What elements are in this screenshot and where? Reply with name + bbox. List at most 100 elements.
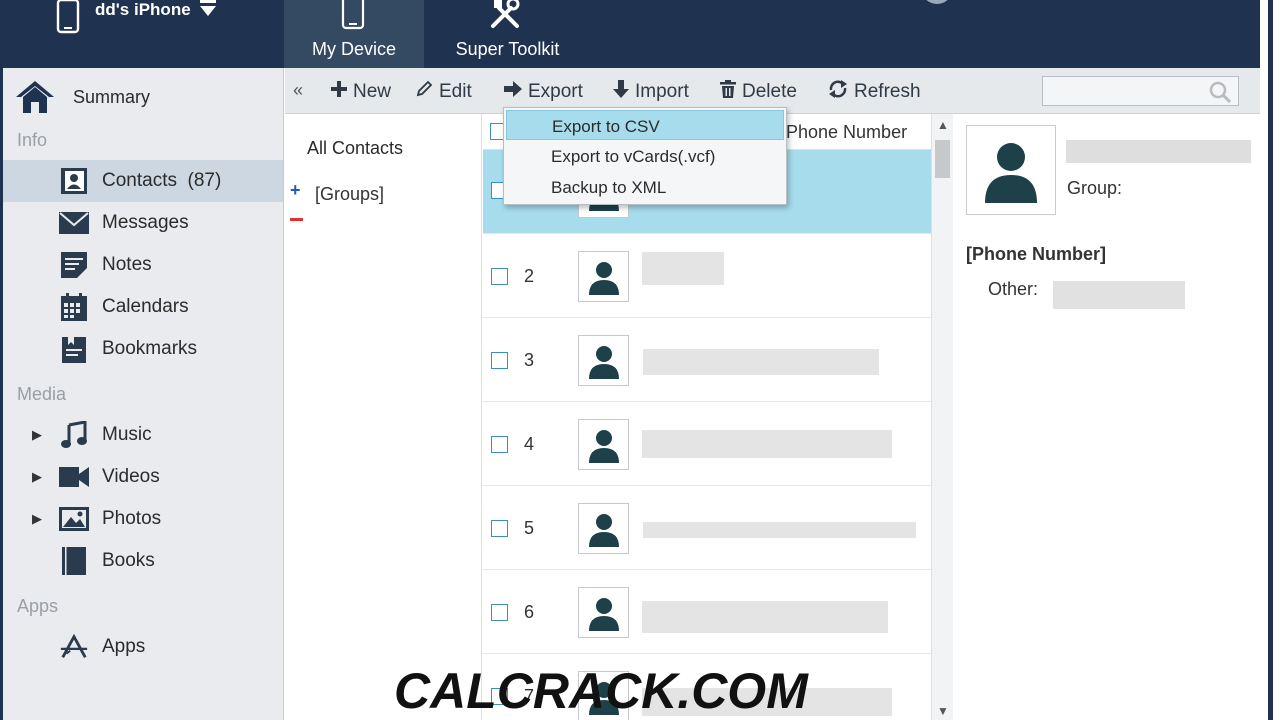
collapse-sidebar-icon[interactable]: «	[293, 80, 303, 101]
sidebar-item-label: Contacts (87)	[102, 170, 222, 191]
edit-button[interactable]: Edit	[415, 80, 472, 104]
contact-avatar-icon	[578, 335, 629, 386]
expand-arrow-icon[interactable]: ▶	[32, 511, 42, 527]
new-label: New	[353, 81, 392, 102]
menu-item-export-csv[interactable]: Export to CSV	[506, 110, 784, 140]
row-number: 2	[524, 266, 535, 286]
plus-icon	[331, 81, 347, 103]
list-scrollbar[interactable]: ▲ ▼	[931, 114, 953, 720]
tab-super-toolkit[interactable]: Super Toolkit	[440, 0, 575, 68]
delete-button[interactable]: Delete	[720, 80, 797, 104]
scroll-down-icon[interactable]: ▼	[937, 704, 949, 718]
apps-icon	[59, 632, 89, 662]
section-heading-info: Info	[17, 130, 48, 150]
calendar-icon	[59, 292, 89, 322]
contact-avatar-icon	[578, 251, 629, 302]
sidebar-item-photos[interactable]: ▶ Photos	[3, 498, 283, 540]
sidebar-item-videos[interactable]: ▶ Videos	[3, 456, 283, 498]
row-number: 6	[524, 602, 535, 622]
contact-avatar-icon	[578, 587, 629, 638]
row-checkbox[interactable]	[491, 268, 508, 285]
sidebar-item-label: Music	[102, 424, 152, 445]
row-number: 3	[524, 350, 535, 370]
device-selector[interactable]: dd's iPhone	[55, 0, 217, 34]
arrow-right-icon	[504, 81, 522, 103]
export-dropdown-menu: Export to CSV Export to vCards(.vcf) Bac…	[503, 107, 787, 205]
sidebar-item-contacts[interactable]: Contacts (87)	[3, 160, 283, 202]
sidebar-item-label: Messages	[102, 212, 189, 233]
sidebar-item-summary[interactable]: Summary	[3, 76, 283, 118]
contact-avatar-icon	[578, 419, 629, 470]
redacted-name	[643, 522, 916, 538]
import-button[interactable]: Import	[613, 80, 689, 104]
pencil-icon	[415, 80, 433, 104]
group-panel: All Contacts + [Groups]	[285, 114, 482, 720]
groups-item[interactable]: [Groups]	[315, 184, 384, 205]
all-contacts-item[interactable]: All Contacts	[307, 138, 403, 159]
sidebar-item-calendars[interactable]: Calendars	[3, 286, 283, 328]
menu-item-backup-xml[interactable]: Backup to XML	[506, 172, 784, 202]
redacted-contact-name	[1066, 140, 1251, 163]
expand-arrow-icon[interactable]: ▶	[32, 427, 42, 443]
edit-label: Edit	[439, 81, 472, 102]
redacted-name	[642, 430, 892, 458]
table-row[interactable]: 5	[483, 486, 931, 570]
row-checkbox[interactable]	[491, 352, 508, 369]
top-header: dd's iPhone My Device Super Toolkit	[0, 0, 1280, 720]
envelope-icon	[59, 208, 89, 238]
toolkit-icon	[489, 0, 523, 35]
expand-plus-icon[interactable]: +	[290, 180, 301, 201]
search-icon[interactable]	[1208, 80, 1232, 109]
column-header-phone[interactable]: Phone Number	[786, 122, 907, 143]
sidebar-item-bookmarks[interactable]: Bookmarks	[3, 328, 283, 370]
tab-label: My Device	[311, 39, 396, 59]
sidebar-item-messages[interactable]: Messages	[3, 202, 283, 244]
sidebar-item-apps[interactable]: Apps	[3, 626, 283, 668]
table-row[interactable]: 3	[483, 318, 931, 402]
redacted-phone-value	[1053, 281, 1185, 309]
refresh-button[interactable]: Refresh	[828, 80, 921, 104]
phone-icon	[55, 0, 81, 39]
sidebar: Summary Info Contacts (87) Messages Note…	[3, 68, 284, 720]
section-heading-apps: Apps	[17, 596, 59, 616]
table-row[interactable]: 4	[483, 402, 931, 486]
contact-avatar-icon	[966, 125, 1056, 215]
home-icon	[15, 81, 55, 113]
trash-icon	[720, 80, 736, 104]
photo-icon	[59, 504, 89, 534]
row-checkbox[interactable]	[491, 604, 508, 621]
menu-item-export-vcard[interactable]: Export to vCards(.vcf)	[506, 141, 784, 171]
sidebar-item-label: Books	[102, 550, 155, 571]
bookmark-icon	[59, 334, 89, 364]
row-checkbox[interactable]	[491, 436, 508, 453]
redacted-name	[643, 349, 879, 375]
collapse-minus-icon[interactable]	[290, 218, 303, 221]
sidebar-item-label: Apps	[102, 636, 146, 657]
sidebar-item-label: Summary	[73, 86, 151, 107]
table-row[interactable]: 6	[483, 570, 931, 654]
expand-arrow-icon[interactable]: ▶	[32, 469, 42, 485]
refresh-label: Refresh	[854, 81, 921, 102]
export-button[interactable]: Export	[504, 80, 583, 104]
group-label: Group:	[1067, 178, 1123, 198]
scroll-up-icon[interactable]: ▲	[937, 118, 949, 132]
window-right-edge	[1260, 0, 1280, 720]
table-row[interactable]: 2	[483, 234, 931, 318]
sidebar-item-books[interactable]: Books	[3, 540, 283, 582]
contact-detail-panel: Group: [Phone Number] Other:	[954, 114, 1260, 720]
sidebar-item-label: Calendars	[102, 296, 189, 317]
search-input[interactable]	[1042, 76, 1239, 106]
sidebar-item-label: Videos	[102, 466, 160, 487]
tab-my-device[interactable]: My Device	[284, 0, 424, 68]
import-label: Import	[635, 81, 689, 102]
new-button[interactable]: New	[331, 80, 391, 104]
sidebar-item-music[interactable]: ▶ Music	[3, 414, 283, 456]
phone-number-section-title: [Phone Number]	[966, 244, 1107, 264]
book-icon	[59, 546, 89, 576]
row-checkbox[interactable]	[491, 520, 508, 537]
scrollbar-thumb[interactable]	[935, 140, 950, 178]
sidebar-item-notes[interactable]: Notes	[3, 244, 283, 286]
export-label: Export	[528, 81, 583, 102]
music-note-icon	[59, 420, 89, 450]
dropdown-arrow-icon	[199, 0, 217, 23]
